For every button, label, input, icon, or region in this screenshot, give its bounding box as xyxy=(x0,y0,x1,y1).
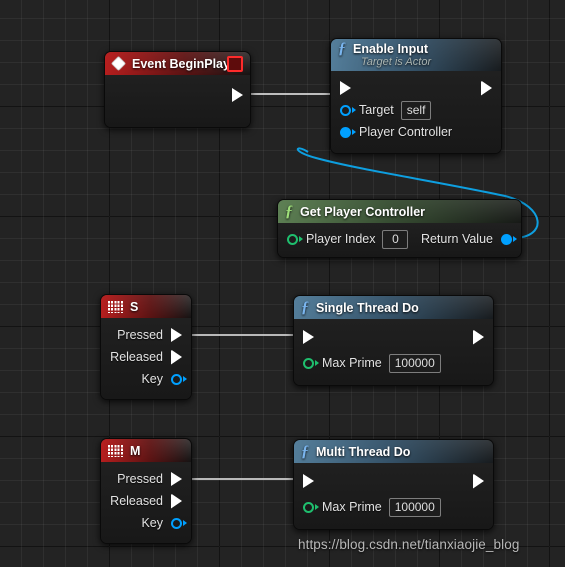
node-title: Single Thread Do xyxy=(316,300,419,315)
pin-row-exec[interactable] xyxy=(294,326,493,348)
node-header[interactable]: ƒ Enable Input Target is Actor xyxy=(331,39,501,71)
key-pin-label: Key xyxy=(141,516,163,530)
released-exec-pin-icon[interactable] xyxy=(171,494,182,509)
node-title: Event BeginPlay xyxy=(132,56,230,71)
max-prime-pin-label: Max Prime xyxy=(322,356,382,370)
pin-row-released[interactable]: Released xyxy=(101,346,191,368)
target-pin-label: Target xyxy=(359,103,394,117)
node-title: S xyxy=(130,299,139,314)
max-prime-pin-label: Max Prime xyxy=(322,500,382,514)
key-pin-icon[interactable] xyxy=(171,517,187,529)
exec-out-pin-icon[interactable] xyxy=(481,81,492,96)
player-index-pin-icon[interactable] xyxy=(287,233,303,245)
node-body: Max Prime 100000 xyxy=(294,463,493,529)
node-enable-input[interactable]: ƒ Enable Input Target is Actor Target se… xyxy=(330,38,502,154)
node-title: Multi Thread Do xyxy=(316,444,411,459)
exec-in-pin-icon[interactable] xyxy=(303,474,314,488)
pin-row-pressed[interactable]: Pressed xyxy=(101,324,191,346)
pin-row-pressed[interactable]: Pressed xyxy=(101,468,191,490)
function-f-icon: ƒ xyxy=(338,40,346,57)
exec-out-pin-icon[interactable] xyxy=(473,330,484,345)
key-pin-label: Key xyxy=(141,372,163,386)
node-key-event-s[interactable]: S Pressed Released Key xyxy=(100,294,192,400)
pressed-pin-label: Pressed xyxy=(117,472,163,486)
blueprint-graph-canvas[interactable]: Event BeginPlay ƒ Enable Input Target is… xyxy=(0,0,565,567)
keyboard-icon xyxy=(108,300,123,313)
exec-out-pin-icon[interactable] xyxy=(473,474,484,489)
pressed-exec-pin-icon[interactable] xyxy=(171,472,182,486)
player-controller-pin-icon[interactable] xyxy=(340,126,356,138)
exec-in-pin-icon[interactable] xyxy=(303,330,314,344)
function-f-icon: ƒ xyxy=(285,202,293,220)
pressed-exec-pin-icon[interactable] xyxy=(171,328,182,342)
node-get-player-controller[interactable]: ƒ Get Player Controller Player Index 0 R… xyxy=(277,199,522,258)
node-multi-thread-do[interactable]: ƒ Multi Thread Do Max Prime 100000 xyxy=(293,439,494,530)
node-key-event-m[interactable]: M Pressed Released Key xyxy=(100,438,192,544)
pin-row-released[interactable]: Released xyxy=(101,490,191,512)
node-body: Pressed Released Key xyxy=(101,318,191,399)
return-value-pin-icon[interactable] xyxy=(501,233,517,245)
released-exec-pin-icon[interactable] xyxy=(171,350,182,365)
diamond-icon xyxy=(110,55,127,72)
node-subtitle: Target is Actor xyxy=(361,56,432,68)
node-header[interactable]: M xyxy=(101,439,191,462)
released-pin-label: Released xyxy=(110,494,163,508)
node-title: M xyxy=(130,443,141,458)
keyboard-icon xyxy=(108,444,123,457)
function-f-icon: ƒ xyxy=(301,442,309,460)
node-event-begin-play[interactable]: Event BeginPlay xyxy=(104,51,251,128)
node-title: Enable Input xyxy=(353,42,428,56)
node-body xyxy=(105,75,250,127)
pin-row-max-prime[interactable]: Max Prime 100000 xyxy=(294,496,493,518)
player-index-value-field[interactable]: 0 xyxy=(382,229,409,249)
node-title: Get Player Controller xyxy=(300,204,426,219)
released-pin-label: Released xyxy=(110,350,163,364)
player-index-pin-label: Player Index xyxy=(306,232,376,246)
pin-row-max-prime[interactable]: Max Prime 100000 xyxy=(294,352,493,374)
max-prime-value-field[interactable]: 100000 xyxy=(388,497,441,517)
pressed-pin-label: Pressed xyxy=(117,328,163,342)
pin-row-player-controller[interactable]: Player Controller xyxy=(331,121,501,143)
max-prime-pin-icon[interactable] xyxy=(303,501,319,513)
breakpoint-toggle-icon[interactable] xyxy=(227,55,243,72)
exec-out-pin-icon[interactable] xyxy=(232,88,243,102)
pin-row-target[interactable]: Target self xyxy=(331,99,501,121)
pin-row-key[interactable]: Key xyxy=(101,368,191,390)
pin-row-values[interactable]: Player Index 0 Return Value xyxy=(278,228,521,250)
key-pin-icon[interactable] xyxy=(171,373,187,385)
node-header[interactable]: S xyxy=(101,295,191,318)
return-value-pin-label: Return Value xyxy=(420,232,493,246)
watermark-text: https://blog.csdn.net/tianxiaojie_blog xyxy=(298,537,520,552)
node-body: Max Prime 100000 xyxy=(294,319,493,385)
node-header[interactable]: ƒ Single Thread Do xyxy=(294,296,493,319)
node-header[interactable]: Event BeginPlay xyxy=(105,52,250,75)
target-value-field[interactable]: self xyxy=(400,100,432,120)
pin-row-key[interactable]: Key xyxy=(101,512,191,534)
node-body: Target self Player Controller xyxy=(331,71,501,153)
node-single-thread-do[interactable]: ƒ Single Thread Do Max Prime 100000 xyxy=(293,295,494,386)
player-controller-pin-label: Player Controller xyxy=(359,125,453,139)
pin-row-exec-out[interactable] xyxy=(223,84,250,106)
target-pin-icon[interactable] xyxy=(340,104,356,116)
max-prime-pin-icon[interactable] xyxy=(303,357,319,369)
node-header[interactable]: ƒ Multi Thread Do xyxy=(294,440,493,463)
function-f-icon: ƒ xyxy=(301,298,309,316)
max-prime-value-field[interactable]: 100000 xyxy=(388,353,441,373)
exec-in-pin-icon[interactable] xyxy=(340,81,351,95)
pin-row-exec[interactable] xyxy=(294,470,493,492)
pin-row-exec[interactable] xyxy=(331,77,501,99)
node-body: Pressed Released Key xyxy=(101,462,191,543)
node-header[interactable]: ƒ Get Player Controller xyxy=(278,200,521,223)
node-body: Player Index 0 Return Value xyxy=(278,223,521,257)
